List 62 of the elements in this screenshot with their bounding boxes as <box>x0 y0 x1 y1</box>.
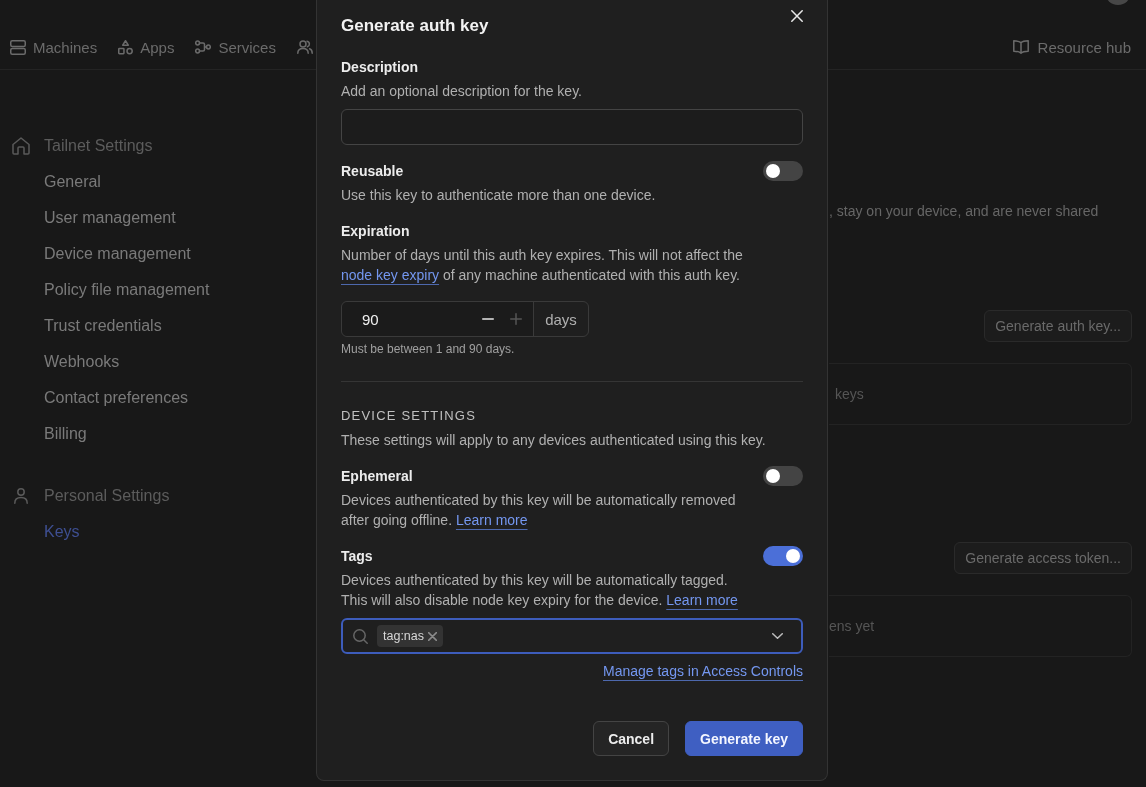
unit-addon: days <box>544 309 578 330</box>
users-icon[interactable] <box>296 40 313 54</box>
sidebar-item[interactable]: Trust credentials <box>0 308 316 344</box>
field-label: Ephemeral <box>341 467 413 486</box>
text-link[interactable]: Manage tags in Access Controls <box>603 661 803 681</box>
section-heading: Tailnet Settings <box>44 137 153 155</box>
home-icon <box>12 137 30 155</box>
tag-label: tag:nas <box>383 629 424 643</box>
sidebar-item[interactable]: User management <box>0 200 316 236</box>
nav-link[interactable]: Resource hub <box>1012 38 1131 56</box>
sidebar-item[interactable]: Billing <box>0 416 316 452</box>
book-icon <box>1012 40 1029 54</box>
toggle-switch[interactable] <box>763 466 803 486</box>
user-icon <box>14 488 28 504</box>
text-input[interactable] <box>341 109 803 145</box>
help-text: Devices authenticated by this key will be automatically removed after going offline. Learn more <box>341 491 737 530</box>
inline-link[interactable]: Learn more <box>666 592 738 608</box>
nav-item[interactable]: Services <box>195 38 276 56</box>
sidebar-item[interactable]: Device management <box>0 236 316 272</box>
dialog-button[interactable]: Generate key <box>685 721 803 756</box>
close-button[interactable] <box>791 10 803 22</box>
minus-icon <box>482 318 494 320</box>
toggle-switch[interactable] <box>763 546 803 566</box>
action-button[interactable]: Generate auth key... <box>984 310 1132 342</box>
search-icon <box>353 628 368 644</box>
nodes-icon <box>195 40 212 54</box>
sidebar-item[interactable]: Keys <box>0 514 316 550</box>
input-value: 90 <box>362 310 380 328</box>
inline-link[interactable]: node key expiry <box>341 267 440 283</box>
inline-link[interactable]: Learn more <box>455 512 528 528</box>
help-text: Use this key to authenticate more than one device. <box>341 186 657 205</box>
field-label: Tags <box>341 547 373 566</box>
empty-state-text: keys <box>835 386 864 402</box>
help-text: Add an optional description for the key. <box>341 82 583 101</box>
close-icon <box>791 10 803 22</box>
action-button[interactable]: Generate access token... <box>954 542 1132 574</box>
section-title: DEVICE SETTINGS <box>341 407 478 425</box>
chevron-down-icon[interactable] <box>772 633 783 639</box>
help-text: Devices authenticated by this key will be automatically tagged. This will also disable node key expiry for the device. Learn more <box>341 571 739 610</box>
field-label: Description <box>341 58 418 77</box>
sidebar-item[interactable]: Policy file management <box>0 272 316 308</box>
sidebar-item[interactable]: Contact preferences <box>0 380 316 416</box>
field-label: Reusable <box>341 162 404 181</box>
tags-input[interactable]: tag:nas <box>341 618 803 654</box>
nav-item[interactable]: Machines <box>10 38 98 56</box>
dialog-title: Generate auth key <box>341 15 489 37</box>
sidebar-item[interactable]: General <box>0 164 316 200</box>
nav-item[interactable]: Apps <box>118 38 175 56</box>
shapes-icon <box>118 39 134 55</box>
help-text: Number of days until this auth key expires. This will not affect the node key expiry of any machine authenticated with this auth key. <box>341 246 744 285</box>
toggle-switch[interactable] <box>763 161 803 181</box>
field-label: Expiration <box>341 222 410 241</box>
dialog-button[interactable]: Cancel <box>593 721 670 756</box>
hint-text: Must be between 1 and 90 days. <box>341 341 516 357</box>
section-heading: Personal Settings <box>44 487 170 505</box>
description-text: , stay on your device, and are never shared <box>829 202 1100 221</box>
plus-icon <box>510 313 522 325</box>
empty-state-text: ens yet <box>829 618 875 634</box>
remove-icon[interactable] <box>428 631 437 641</box>
server-icon <box>10 39 26 55</box>
help-text: These settings will apply to any devices authenticated using this key. <box>341 431 767 450</box>
sidebar-item[interactable]: Webhooks <box>0 344 316 380</box>
